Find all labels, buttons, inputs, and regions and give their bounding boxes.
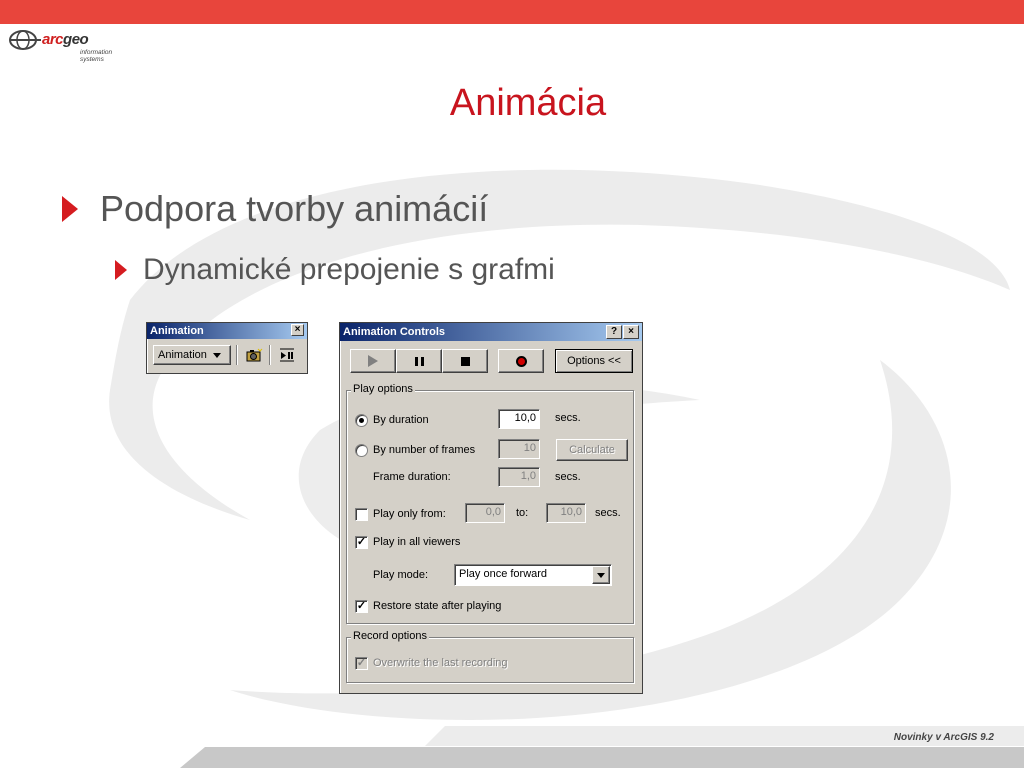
help-button[interactable]: ? xyxy=(606,325,622,339)
frame-duration-label: Frame duration: xyxy=(373,471,451,483)
bullet1-text: Podpora tvorby animácií xyxy=(100,188,489,229)
animation-toolbar: Animation × Animation xyxy=(146,322,308,374)
bullet-level2: Dynamické prepojenie s grafmi xyxy=(115,253,555,287)
play-all-viewers-checkbox[interactable]: ✓ xyxy=(355,536,368,549)
stop-icon xyxy=(460,356,470,366)
logo-wordmark: arcgeo xyxy=(42,31,89,48)
record-options-group: Record options ✓ Overwrite the last reco… xyxy=(346,630,634,683)
record-options-label: Record options xyxy=(351,630,429,642)
logo-arc: arc xyxy=(42,31,64,48)
restore-state-checkbox[interactable]: ✓ xyxy=(355,600,368,613)
bullet-arrow-icon xyxy=(62,196,78,222)
toolbar-close-button[interactable]: × xyxy=(291,324,304,336)
record-icon xyxy=(515,355,527,367)
dropdown-triangle-icon xyxy=(212,352,221,358)
logo-sub-line2: systems xyxy=(80,56,104,63)
frame-duration-secs-label: secs. xyxy=(555,471,581,483)
logo-geo: geo xyxy=(63,31,89,48)
frames-input[interactable]: 10 xyxy=(498,439,540,459)
open-animation-controls-icon[interactable] xyxy=(278,348,296,362)
pause-button[interactable] xyxy=(396,349,442,373)
animation-dropdown-label: Animation xyxy=(158,349,207,361)
play-options-group: Play options By duration 10,0 secs. By n… xyxy=(346,383,634,624)
play-button[interactable] xyxy=(350,349,396,373)
toolbar-titlebar: Animation × xyxy=(147,323,307,339)
dialog-titlebar: Animation Controls ? × xyxy=(340,323,642,341)
toolbar-separator xyxy=(236,345,237,365)
to-label: to: xyxy=(516,507,529,519)
toolbar-title: Animation xyxy=(150,325,204,337)
bullet-level1: Podpora tvorby animácií xyxy=(62,188,488,230)
frame-duration-input[interactable]: 1,0 xyxy=(498,467,540,487)
to-secs-label: secs. xyxy=(595,507,621,519)
bullet-arrow-icon xyxy=(115,260,127,280)
overwrite-checkbox[interactable]: ✓ xyxy=(355,657,368,670)
logo-subtitle: information systems xyxy=(80,49,112,63)
dialog-title: Animation Controls xyxy=(343,326,446,338)
restore-state-label: Restore state after playing xyxy=(373,600,502,612)
animation-dropdown-button[interactable]: Animation xyxy=(153,345,231,365)
dialog-close-button[interactable]: × xyxy=(623,325,639,339)
slide-title: Animácia xyxy=(449,82,607,124)
by-duration-label: By duration xyxy=(373,414,429,426)
arcgeo-logo: arcgeo information systems xyxy=(8,29,112,63)
pause-icon xyxy=(414,356,424,366)
logo-sub-line1: information xyxy=(80,49,113,56)
play-only-from-label: Play only from: xyxy=(373,508,446,520)
from-input[interactable]: 0,0 xyxy=(465,503,505,523)
globe-logo-icon xyxy=(9,30,41,50)
play-options-label: Play options xyxy=(351,383,415,395)
bullet2-text: Dynamické prepojenie s grafmi xyxy=(143,253,555,286)
to-input[interactable]: 10,0 xyxy=(546,503,586,523)
stop-button[interactable] xyxy=(442,349,488,373)
animation-controls-dialog: Animation Controls ? × Options << Play o… xyxy=(339,322,643,694)
options-button[interactable]: Options << xyxy=(555,349,633,373)
play-mode-dropdown-button[interactable] xyxy=(592,566,610,584)
toolbar-separator xyxy=(269,345,270,365)
play-mode-select[interactable]: Play once forward xyxy=(454,564,612,586)
calculate-button[interactable]: Calculate xyxy=(556,439,628,461)
footer-text: Novinky v ArcGIS 9.2 xyxy=(893,732,994,743)
overwrite-label: Overwrite the last recording xyxy=(373,657,508,669)
play-mode-label: Play mode: xyxy=(373,569,429,581)
by-frames-radio[interactable] xyxy=(355,444,368,457)
by-frames-label: By number of frames xyxy=(373,444,476,456)
capture-view-icon[interactable] xyxy=(245,348,263,362)
record-button[interactable] xyxy=(498,349,544,373)
top-accent-bar xyxy=(0,0,1024,24)
dropdown-triangle-icon xyxy=(597,572,605,578)
play-icon xyxy=(368,355,378,367)
footer-stripes xyxy=(180,726,1024,768)
by-duration-radio[interactable] xyxy=(355,414,368,427)
play-mode-value: Play once forward xyxy=(459,568,548,580)
play-all-viewers-label: Play in all viewers xyxy=(373,536,461,548)
play-only-from-checkbox[interactable] xyxy=(355,508,368,521)
duration-secs-label: secs. xyxy=(555,412,581,424)
duration-input[interactable]: 10,0 xyxy=(498,409,540,429)
